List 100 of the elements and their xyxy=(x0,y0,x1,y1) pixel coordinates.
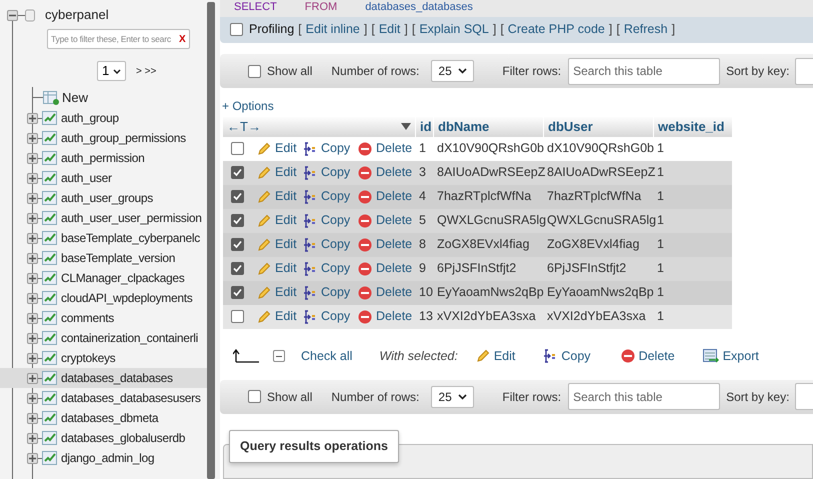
bulk-action-link[interactable]: Export xyxy=(722,346,759,366)
expand-icon[interactable] xyxy=(27,332,38,344)
row-action-link[interactable]: Copy xyxy=(321,283,350,302)
table-item[interactable]: django_admin_log xyxy=(0,448,207,468)
expand-icon[interactable] xyxy=(27,352,38,364)
row-action-link[interactable]: Edit xyxy=(275,139,297,158)
row-action-link[interactable]: Edit xyxy=(275,307,297,326)
profiling-checkbox[interactable] xyxy=(230,23,243,36)
table-row[interactable]: Edit Copy Delete 9 6PjJSFInStfjt2 6PjJSFInStfjt2 1 xyxy=(223,256,732,281)
row-checkbox[interactable] xyxy=(231,262,244,276)
table-name[interactable]: cryptokeys xyxy=(61,349,116,367)
table-name[interactable]: databases_databases xyxy=(61,369,173,387)
profiling-link[interactable]: Edit inline xyxy=(306,20,360,40)
row-action-link[interactable]: Delete xyxy=(376,139,412,158)
row-action-link[interactable]: Edit xyxy=(275,235,297,254)
collapse-icon[interactable] xyxy=(7,10,18,20)
sort-caret-icon[interactable] xyxy=(401,123,411,130)
options-link[interactable]: + Options xyxy=(222,98,274,113)
profiling-link[interactable]: Edit xyxy=(378,20,400,40)
table-item[interactable]: auth_group_permissions xyxy=(0,128,207,148)
table-row[interactable]: Edit Copy Delete 10 EyYaoamNws2qBp EyYaoamNws2qBp 1 xyxy=(223,280,732,305)
table-name[interactable]: baseTemplate_version xyxy=(61,249,176,267)
rows-select[interactable]: 25 xyxy=(431,386,474,408)
expand-icon[interactable] xyxy=(27,372,38,384)
table-name[interactable]: databases_globaluserdb xyxy=(61,429,186,447)
expand-icon[interactable] xyxy=(27,292,38,304)
row-action-link[interactable]: Delete xyxy=(376,163,412,182)
table-name[interactable]: django_admin_log xyxy=(61,449,154,467)
row-action-link[interactable]: Edit xyxy=(275,259,297,278)
table-name[interactable]: containerization_containerli xyxy=(61,329,198,347)
profiling-link[interactable]: Create PHP code xyxy=(508,20,605,40)
row-action-link[interactable]: Delete xyxy=(376,259,412,278)
table-name[interactable]: auth_user xyxy=(61,169,112,187)
table-name[interactable]: auth_user_user_permission xyxy=(61,209,202,227)
expand-icon[interactable] xyxy=(27,432,38,444)
expand-icon[interactable] xyxy=(27,192,38,204)
table-name[interactable]: cloudAPI_wpdeployments xyxy=(61,289,192,307)
show-all-checkbox[interactable] xyxy=(248,64,261,78)
table-name[interactable]: auth_user_groups xyxy=(61,189,153,207)
page-navigation[interactable]: > >> xyxy=(136,64,156,78)
expand-icon[interactable] xyxy=(27,212,38,224)
row-action-link[interactable]: Delete xyxy=(376,211,412,230)
show-all-label[interactable]: Show all xyxy=(267,388,312,406)
row-action-link[interactable]: Copy xyxy=(321,235,350,254)
table-row[interactable]: Edit Copy Delete 4 7hazRTplcfWfNa 7hazRTplcfWfNa 1 xyxy=(223,184,732,209)
table-item[interactable]: baseTemplate_cyberpanelc xyxy=(0,228,207,248)
table-item[interactable]: comments xyxy=(0,308,207,328)
table-row[interactable]: Edit Copy Delete 8 ZoGX8EVxl4fiag ZoGX8EVxl4fiag 1 xyxy=(223,232,732,257)
table-item[interactable]: auth_user_user_permission xyxy=(0,208,207,228)
expand-icon[interactable] xyxy=(27,112,38,124)
row-action-link[interactable]: Delete xyxy=(376,283,412,302)
table-item[interactable]: databases_dbmeta xyxy=(0,408,207,428)
bulk-action-link[interactable]: Copy xyxy=(561,346,591,366)
table-name[interactable]: baseTemplate_cyberpanelc xyxy=(61,229,200,247)
table-item[interactable]: baseTemplate_version xyxy=(0,248,207,268)
table-item[interactable]: databases_databasesusers xyxy=(0,388,207,408)
expand-icon[interactable] xyxy=(27,312,38,324)
table-row[interactable]: Edit Copy Delete 1 dX10V90QRshG0b dX10V90QRshG0b 1 xyxy=(223,136,732,161)
scrollbar[interactable] xyxy=(207,2,215,479)
row-checkbox[interactable] xyxy=(231,142,244,156)
table-name[interactable]: CLManager_clpackages xyxy=(61,269,184,287)
table-item[interactable]: containerization_containerli xyxy=(0,328,207,348)
expand-icon[interactable] xyxy=(27,152,38,164)
bulk-action-link[interactable]: Delete xyxy=(638,346,675,366)
expand-icon[interactable] xyxy=(27,392,38,404)
row-action-link[interactable]: Edit xyxy=(275,283,297,302)
table-item[interactable]: auth_group xyxy=(0,108,207,128)
table-item[interactable]: cloudAPI_wpdeployments xyxy=(0,288,207,308)
show-all-label[interactable]: Show all xyxy=(267,62,312,80)
row-checkbox[interactable] xyxy=(231,166,244,180)
row-action-link[interactable]: Delete xyxy=(376,235,412,254)
table-item[interactable]: databases_databases xyxy=(0,368,207,388)
profiling-link[interactable]: Explain SQL xyxy=(419,20,489,40)
row-checkbox[interactable] xyxy=(231,286,244,300)
filter-field[interactable]: Type to filter these, Enter to searc X xyxy=(47,29,190,49)
expand-icon[interactable] xyxy=(27,232,38,244)
row-action-link[interactable]: Copy xyxy=(321,139,350,158)
row-action-link[interactable]: Copy xyxy=(321,259,350,278)
database-name[interactable]: cyberpanel xyxy=(45,5,109,25)
table-item[interactable]: auth_user xyxy=(0,168,207,188)
row-checkbox[interactable] xyxy=(231,238,244,252)
row-action-link[interactable]: Delete xyxy=(376,187,412,206)
table-name[interactable]: databases_databasesusers xyxy=(61,389,201,407)
table-name[interactable]: auth_permission xyxy=(61,149,145,167)
expand-icon[interactable] xyxy=(27,412,38,424)
row-action-link[interactable]: Edit xyxy=(275,163,297,182)
row-action-link[interactable]: Edit xyxy=(275,211,297,230)
table-item[interactable]: databases_globaluserdb xyxy=(0,428,207,448)
row-action-link[interactable]: Edit xyxy=(275,187,297,206)
row-action-link[interactable]: Copy xyxy=(321,163,350,182)
table-item[interactable]: CLManager_clpackages xyxy=(0,268,207,288)
table-name[interactable]: databases_dbmeta xyxy=(61,409,158,427)
expand-icon[interactable] xyxy=(27,172,38,184)
bulk-action-link[interactable]: Edit xyxy=(494,346,516,366)
row-action-link[interactable]: Copy xyxy=(321,307,350,326)
row-action-link[interactable]: Delete xyxy=(376,307,412,326)
show-all-checkbox[interactable] xyxy=(248,390,261,404)
expand-icon[interactable] xyxy=(27,132,38,144)
table-row[interactable]: Edit Copy Delete 3 8AIUoADwRSEepZ8AIUoADwRSEepZ 1 xyxy=(223,160,732,185)
row-checkbox[interactable] xyxy=(231,214,244,228)
